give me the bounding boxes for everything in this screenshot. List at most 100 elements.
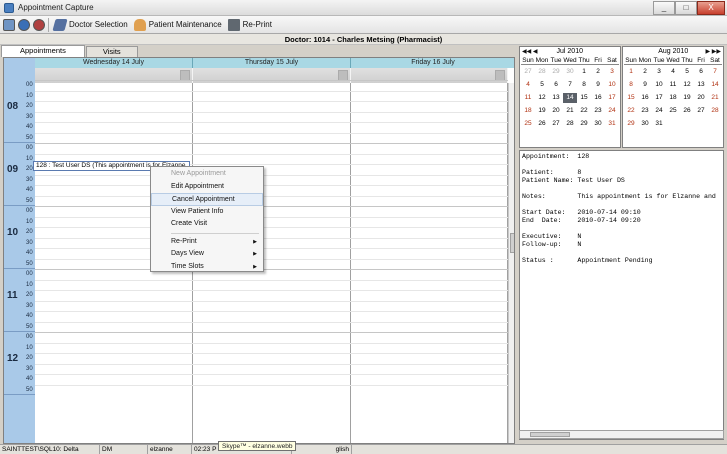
calendar-day[interactable]: 13 <box>549 93 563 103</box>
calendar-day[interactable]: 11 <box>521 93 535 103</box>
calendar-day[interactable]: 12 <box>680 80 694 90</box>
calendar-day[interactable]: 9 <box>591 80 605 90</box>
menu-item-create-visit[interactable]: Create Visit <box>151 218 263 231</box>
calendar-day[interactable]: 31 <box>652 119 666 129</box>
calendar-day[interactable]: 2 <box>591 67 605 77</box>
calendar-day[interactable]: 17 <box>605 93 619 103</box>
calendar-day[interactable]: 30 <box>638 119 652 129</box>
calendar-day[interactable]: 1 <box>624 67 638 77</box>
minimize-button[interactable]: _ <box>653 0 675 15</box>
menu-item-reprint[interactable]: Re-Print ▶ <box>151 236 263 249</box>
calendar-day[interactable]: 29 <box>577 119 591 129</box>
calendar-day[interactable]: 21 <box>708 93 722 103</box>
calendar-day[interactable]: 13 <box>694 80 708 90</box>
calendar-day[interactable]: 4 <box>666 67 680 77</box>
calendar-day[interactable]: 6 <box>694 67 708 77</box>
calendar-day[interactable]: 22 <box>577 106 591 116</box>
calendar-day[interactable]: 10 <box>605 80 619 90</box>
maximize-button[interactable]: □ <box>675 0 697 15</box>
calendar-day[interactable]: 26 <box>680 106 694 116</box>
details-scrollbar[interactable] <box>519 430 724 439</box>
calendar-day[interactable]: 12 <box>535 93 549 103</box>
calendar-day[interactable]: 4 <box>521 80 535 90</box>
calendar-scrollbar[interactable] <box>508 83 514 443</box>
menu-item-edit-appointment[interactable]: Edit Appointment <box>151 181 263 194</box>
detail-followup: Follow-up: N <box>522 241 582 248</box>
calendar-day[interactable]: 1 <box>577 67 591 77</box>
doctor-selection-button[interactable]: Doctor Selection <box>52 17 132 33</box>
calendar-day[interactable]: 5 <box>535 80 549 90</box>
calendar-day[interactable]: 28 <box>708 106 722 116</box>
calendar-day[interactable]: 21 <box>563 106 577 116</box>
calendar-day[interactable]: 19 <box>680 93 694 103</box>
calendar-day[interactable]: 14 <box>563 93 577 103</box>
next-month-icon[interactable]: ▶ ▶▶ <box>705 48 721 55</box>
calendar-day[interactable]: 6 <box>549 80 563 90</box>
day-header-wednesday[interactable]: Wednesday 14 July <box>35 58 193 68</box>
calendar-day[interactable]: 15 <box>624 93 638 103</box>
time-slot-grid[interactable] <box>35 80 508 443</box>
calendar-day[interactable]: 31 <box>605 119 619 129</box>
tab-visits[interactable]: Visits <box>85 46 138 57</box>
menu-item-time-slots[interactable]: Time Slots ▶ <box>151 261 263 274</box>
calendar-day[interactable]: 30 <box>563 67 577 77</box>
calendar-day[interactable]: 8 <box>577 80 591 90</box>
menu-item-days-view[interactable]: Days View ▶ <box>151 248 263 261</box>
day-header-friday[interactable]: Friday 16 July <box>351 58 514 68</box>
calendar-day[interactable]: 10 <box>652 80 666 90</box>
calendar-day[interactable]: 16 <box>591 93 605 103</box>
calendar-day[interactable]: 27 <box>694 106 708 116</box>
slot-line <box>35 111 508 113</box>
calendar-day[interactable]: 26 <box>535 119 549 129</box>
calendar-day[interactable]: 8 <box>624 80 638 90</box>
tab-appointments[interactable]: Appointments <box>1 45 85 57</box>
close-button[interactable]: X <box>697 0 725 15</box>
stop-icon[interactable] <box>33 18 45 31</box>
calendar-day[interactable]: 16 <box>638 93 652 103</box>
time-ruler: 08 00 10 20 30 40 50 09 00 10 20 30 40 50 10 00 10 20 30 40… <box>4 82 35 443</box>
menu-item-cancel-appointment[interactable]: Cancel Appointment <box>151 193 263 206</box>
calendar-day[interactable]: 19 <box>535 106 549 116</box>
calendar-day[interactable]: 24 <box>605 106 619 116</box>
calendar-day[interactable]: 5 <box>680 67 694 77</box>
calendar-day[interactable]: 29 <box>624 119 638 129</box>
calendar-day[interactable]: 20 <box>549 106 563 116</box>
calendar-day[interactable]: 3 <box>605 67 619 77</box>
calendar-day[interactable]: 17 <box>652 93 666 103</box>
calendar-day[interactable]: 22 <box>624 106 638 116</box>
calendar-day[interactable]: 29 <box>549 67 563 77</box>
calendar-day[interactable]: 9 <box>638 80 652 90</box>
calendar-day[interactable]: 28 <box>535 67 549 77</box>
calendar-day[interactable]: 7 <box>708 67 722 77</box>
day-column[interactable] <box>351 83 508 443</box>
weekday-label: Wed <box>666 57 680 64</box>
calendar-day[interactable]: 11 <box>666 80 680 90</box>
calendar-day[interactable]: 2 <box>638 67 652 77</box>
calendar-day[interactable]: 25 <box>666 106 680 116</box>
calendar-day[interactable]: 3 <box>652 67 666 77</box>
calendar-day[interactable]: 27 <box>549 119 563 129</box>
calendar-day[interactable]: 18 <box>666 93 680 103</box>
calendar-day[interactable]: 15 <box>577 93 591 103</box>
calendar-day[interactable]: 20 <box>694 93 708 103</box>
menu-item-new-appointment[interactable]: New Appointment <box>151 168 263 181</box>
reprint-button[interactable]: Re-Print <box>226 17 276 33</box>
calendar-day[interactable]: 18 <box>521 106 535 116</box>
calendar-day[interactable]: 23 <box>638 106 652 116</box>
scrollbar-thumb[interactable] <box>530 432 570 437</box>
window-icon[interactable] <box>3 18 15 31</box>
day-header-thursday[interactable]: Thursday 15 July <box>193 58 351 68</box>
calendar-day[interactable]: 30 <box>591 119 605 129</box>
calendar-day[interactable]: 7 <box>563 80 577 90</box>
calendar-day[interactable]: 23 <box>591 106 605 116</box>
calendar-day[interactable]: 24 <box>652 106 666 116</box>
calendar-day[interactable]: 28 <box>563 119 577 129</box>
patient-maintenance-button[interactable]: Patient Maintenance <box>132 17 226 33</box>
refresh-icon[interactable] <box>18 18 30 31</box>
calendar-day[interactable]: 27 <box>521 67 535 77</box>
menu-item-view-patient-info[interactable]: View Patient Info <box>151 206 263 219</box>
calendar-day[interactable]: 14 <box>708 80 722 90</box>
calendar-day[interactable]: 25 <box>521 119 535 129</box>
prev-month-icon[interactable]: ◀◀ ◀ <box>522 48 538 55</box>
slot-line <box>35 248 508 249</box>
